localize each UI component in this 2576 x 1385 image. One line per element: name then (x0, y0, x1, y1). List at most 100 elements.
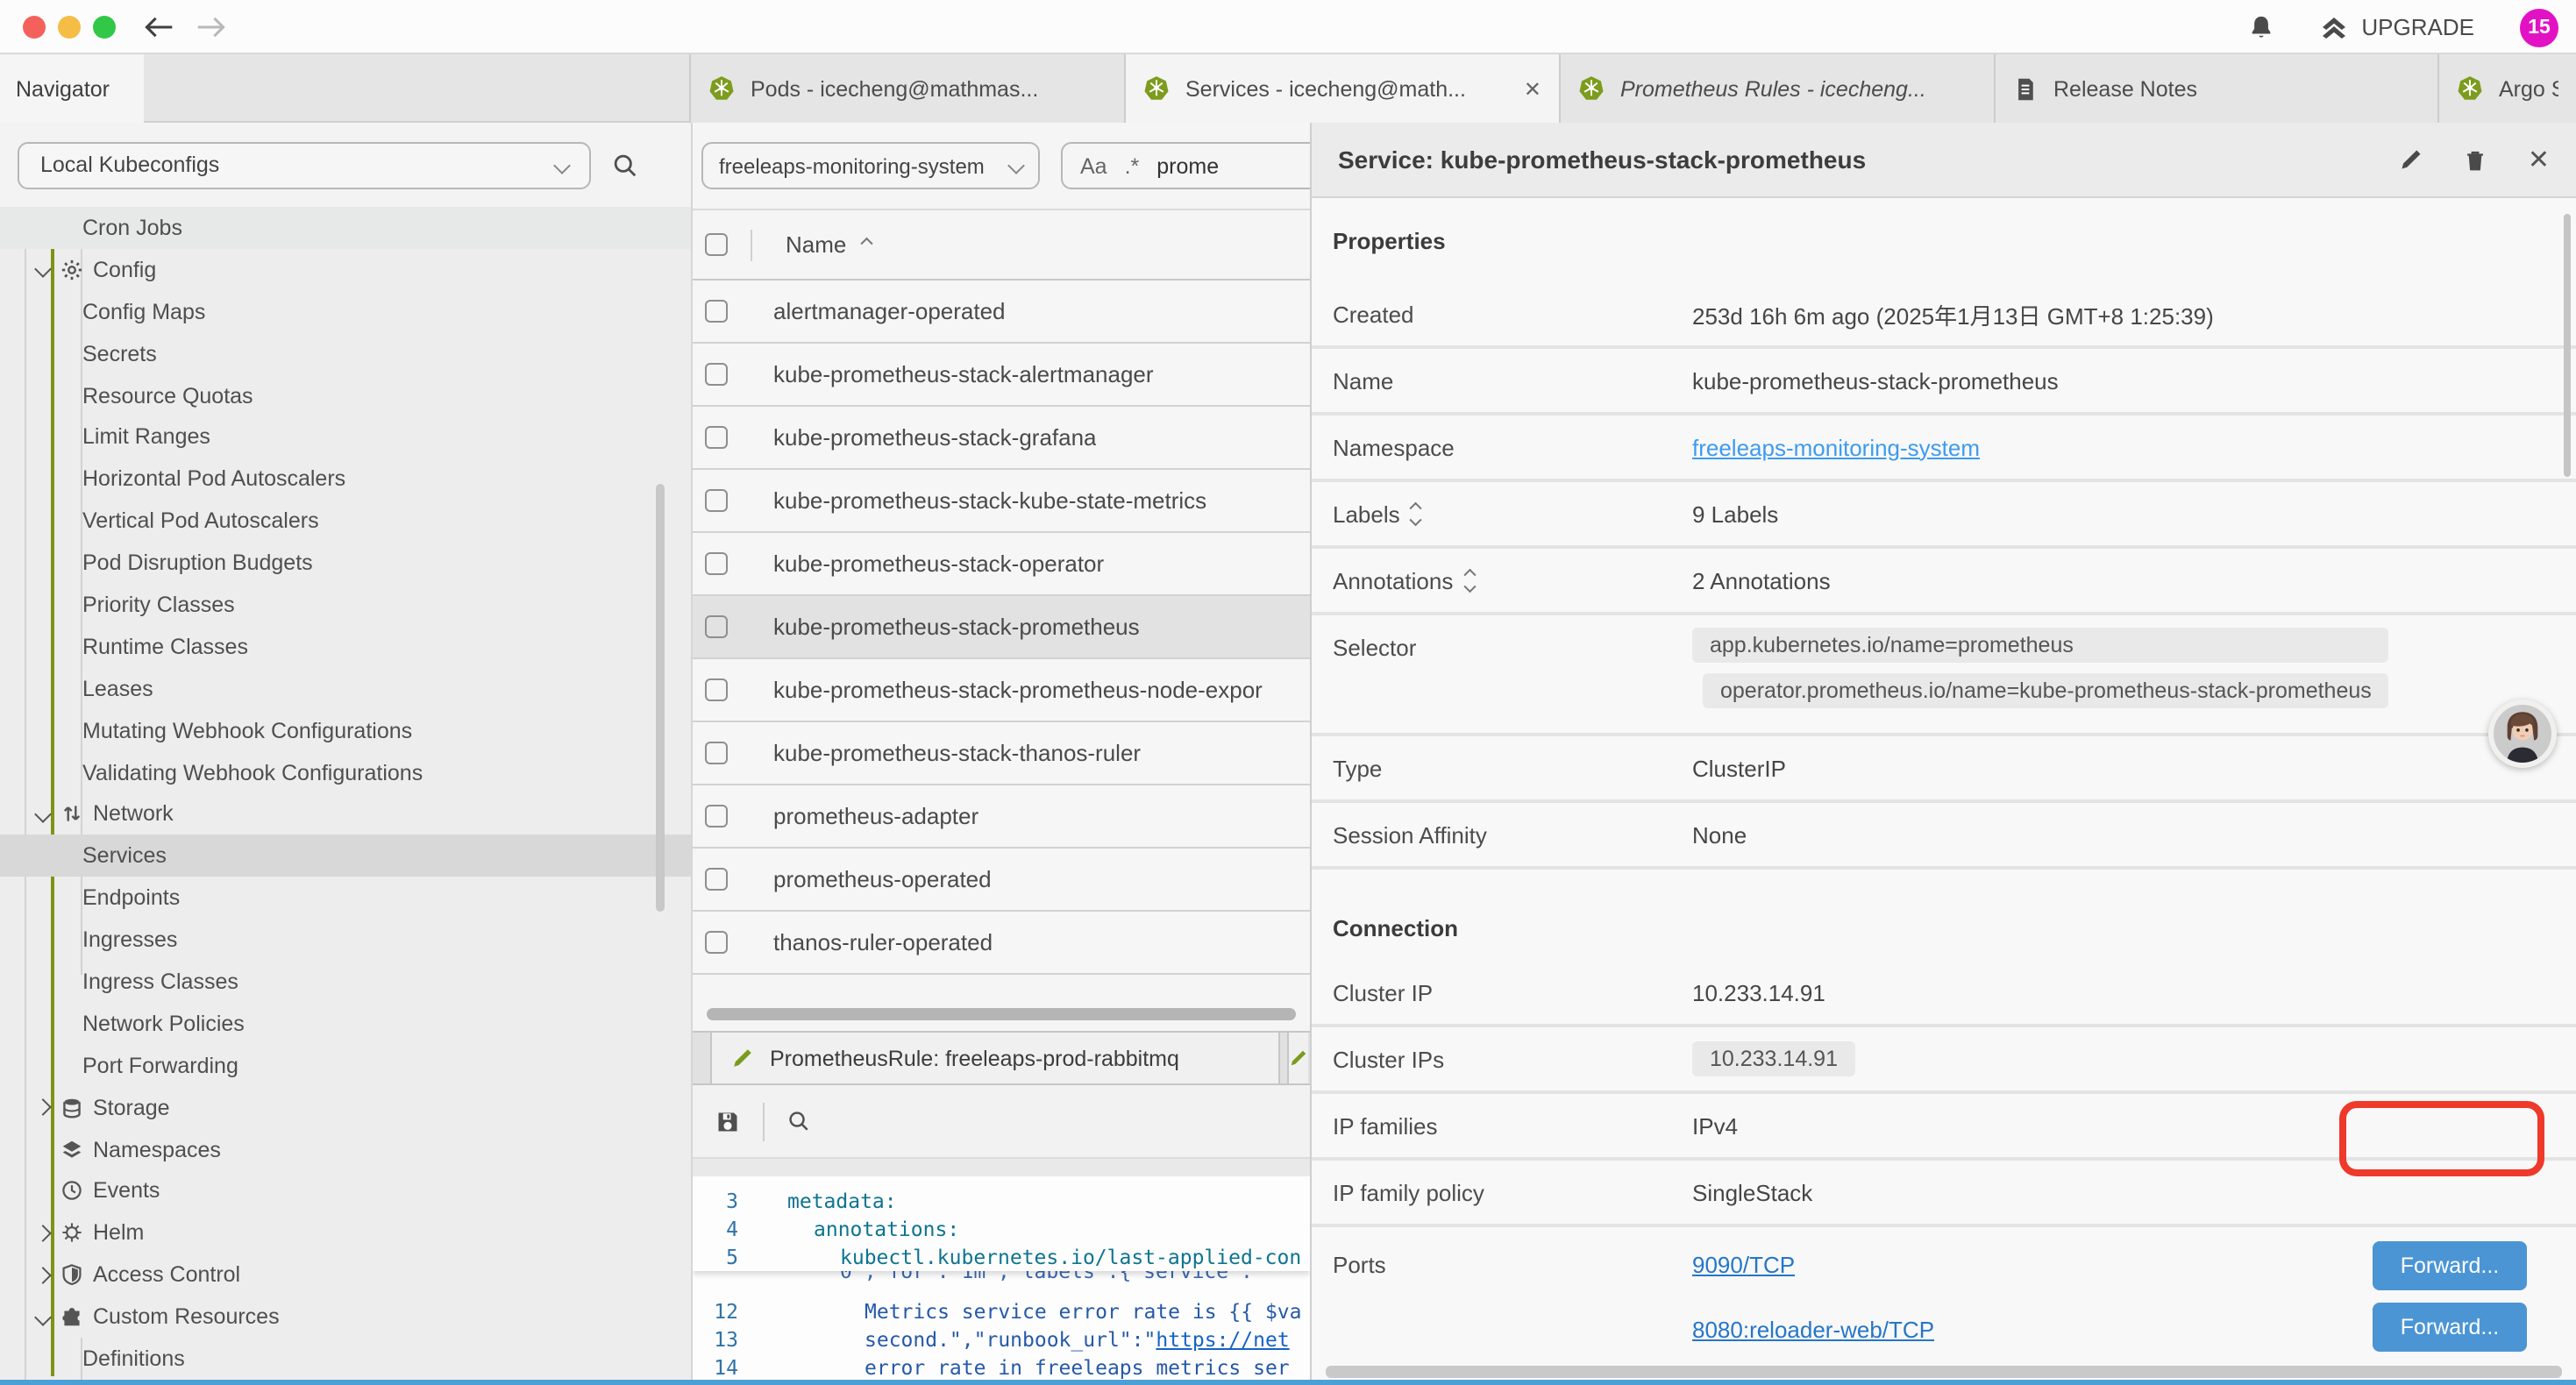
table-row[interactable]: prometheus-operated (693, 849, 1310, 912)
tab-navigator[interactable]: Navigator (0, 54, 144, 123)
port-link-8080[interactable]: 8080:reloader-web/TCP (1692, 1317, 1934, 1343)
row-checkbox[interactable] (705, 678, 728, 701)
upgrade-button[interactable]: UPGRADE (2319, 13, 2474, 41)
row-checkbox[interactable] (705, 805, 728, 827)
avatar[interactable] (2488, 700, 2557, 768)
sidebar-item-validating-webhook-configurations[interactable]: Validating Webhook Configurations (0, 751, 691, 793)
annotations-value[interactable]: 2 Annotations (1692, 567, 1831, 593)
row-checkbox[interactable] (705, 426, 728, 449)
sidebar-item-leases[interactable]: Leases (0, 668, 691, 710)
namespace-filter-select[interactable]: freeleaps-monitoring-system (701, 142, 1040, 189)
traffic-light-maximize[interactable] (93, 16, 116, 39)
list-search-input[interactable]: Aa .* prome (1061, 142, 1310, 189)
table-row[interactable]: kube-prometheus-stack-operator (693, 533, 1310, 596)
sidebar-item-limit-ranges[interactable]: Limit Ranges (0, 416, 691, 458)
labels-value[interactable]: 9 Labels (1692, 501, 1778, 527)
sort-toggle-icon[interactable] (1465, 571, 1473, 590)
sort-ascending-icon[interactable] (861, 239, 872, 251)
sidebar-item-priority-classes[interactable]: Priority Classes (0, 584, 691, 626)
notification-badge[interactable]: 15 (2520, 8, 2558, 46)
sidebar-item-port-forwarding[interactable]: Port Forwarding (0, 1045, 691, 1087)
table-row[interactable]: prometheus-adapter (693, 785, 1310, 849)
regex-icon[interactable]: .* (1125, 153, 1140, 178)
details-horizontal-scrollbar[interactable] (1326, 1366, 2562, 1378)
cluster-ips-chip[interactable]: 10.233.14.91 (1692, 1041, 1855, 1076)
selector-chip[interactable]: app.kubernetes.io/name=prometheus (1692, 628, 2389, 663)
trash-icon[interactable] (2465, 146, 2487, 173)
sidebar-item-endpoints[interactable]: Endpoints (0, 877, 691, 920)
sidebar-item-definitions[interactable]: Definitions (0, 1338, 691, 1380)
table-row[interactable]: alertmanager-operated (693, 281, 1310, 344)
sidebar-item-helm[interactable]: Helm (0, 1212, 691, 1254)
select-all-checkbox[interactable] (705, 233, 728, 256)
forward-arrow-icon[interactable] (196, 14, 226, 40)
table-row[interactable]: thanos-ruler-operated (693, 912, 1310, 975)
sidebar-item-secrets[interactable]: Secrets (0, 332, 691, 374)
sidebar-item-network[interactable]: Network (0, 793, 691, 835)
sidebar-scrollbar[interactable] (656, 484, 665, 912)
table-row[interactable]: kube-prometheus-stack-thanos-ruler (693, 722, 1310, 785)
editor-tab-prometheusrule[interactable]: PrometheusRule: freeleaps-prod-rabbitmq (710, 1033, 1280, 1083)
row-checkbox[interactable] (705, 931, 728, 954)
sidebar-item-vertical-pod-autoscalers[interactable]: Vertical Pod Autoscalers (0, 500, 691, 542)
tab-services[interactable]: Services - icecheng@math... ✕ (1124, 54, 1559, 123)
sidebar-item-ingress-classes[interactable]: Ingress Classes (0, 961, 691, 1003)
row-checkbox[interactable] (705, 742, 728, 764)
sidebar-item-horizontal-pod-autoscalers[interactable]: Horizontal Pod Autoscalers (0, 458, 691, 501)
bell-icon[interactable] (2247, 14, 2274, 40)
sidebar-item-custom-resources[interactable]: Custom Resources (0, 1296, 691, 1338)
sidebar-item-resource-quotas[interactable]: Resource Quotas (0, 374, 691, 416)
code-link[interactable]: https://net (1156, 1327, 1289, 1352)
pencil-icon[interactable] (2400, 147, 2424, 172)
sidebar-item-storage[interactable]: Storage (0, 1086, 691, 1128)
editor-tab-partial[interactable] (1287, 1033, 1308, 1083)
row-checkbox[interactable] (705, 615, 728, 638)
tab-argo[interactable]: Argo Se (2437, 54, 2576, 123)
port-link-9090[interactable]: 9090/TCP (1692, 1252, 1934, 1278)
sidebar-item-services[interactable]: Services (0, 835, 691, 877)
close-icon[interactable]: ✕ (2528, 144, 2550, 175)
table-row-selected[interactable]: kube-prometheus-stack-prometheus (693, 596, 1310, 659)
sidebar-item-events[interactable]: Events (0, 1170, 691, 1212)
close-icon[interactable]: ✕ (1524, 76, 1541, 101)
sidebar-item-config[interactable]: Config (0, 249, 691, 291)
sidebar-item-pod-disruption-budgets[interactable]: Pod Disruption Budgets (0, 542, 691, 584)
sidebar-item-config-maps[interactable]: Config Maps (0, 291, 691, 333)
tab-prometheus-rules[interactable]: Prometheus Rules - icecheng... (1559, 54, 1994, 123)
row-checkbox[interactable] (705, 868, 728, 891)
tab-release-notes[interactable]: Release Notes (1994, 54, 2437, 123)
yaml-editor[interactable]: 3metadata: 4annotations: 5kubectl.kubern… (693, 1176, 1310, 1380)
sidebar-item-runtime-classes[interactable]: Runtime Classes (0, 626, 691, 668)
row-checkbox[interactable] (705, 489, 728, 512)
save-icon[interactable] (715, 1109, 740, 1133)
forward-button-8080[interactable]: Forward... (2373, 1303, 2527, 1352)
row-checkbox[interactable] (705, 552, 728, 575)
sidebar-item-access-control[interactable]: Access Control (0, 1254, 691, 1296)
row-checkbox[interactable] (705, 300, 728, 323)
row-checkbox[interactable] (705, 363, 728, 386)
search-icon[interactable] (612, 152, 638, 178)
selector-chip[interactable]: operator.prometheus.io/name=kube-prometh… (1703, 673, 2389, 708)
table-row[interactable]: kube-prometheus-stack-kube-state-metrics (693, 470, 1310, 533)
sidebar-item-cron-jobs[interactable]: Cron Jobs (0, 207, 691, 249)
table-row[interactable]: kube-prometheus-stack-prometheus-node-ex… (693, 659, 1310, 722)
sidebar-item-network-policies[interactable]: Network Policies (0, 1003, 691, 1045)
sidebar-item-namespaces[interactable]: Namespaces (0, 1128, 691, 1170)
tab-pods[interactable]: Pods - icecheng@mathmas... (689, 54, 1124, 123)
table-row[interactable]: kube-prometheus-stack-alertmanager (693, 344, 1310, 407)
traffic-light-close[interactable] (23, 16, 46, 39)
details-scrollbar[interactable] (2564, 214, 2571, 477)
back-arrow-icon[interactable] (144, 14, 174, 40)
match-case-icon[interactable]: Aa (1080, 153, 1107, 178)
horizontal-scrollbar[interactable] (707, 1008, 1296, 1020)
namespace-link[interactable]: freeleaps-monitoring-system (1692, 434, 1980, 460)
search-icon[interactable] (787, 1110, 810, 1133)
table-row[interactable]: kube-prometheus-stack-grafana (693, 407, 1310, 470)
forward-button-9090[interactable]: Forward... (2373, 1241, 2527, 1290)
sort-toggle-icon[interactable] (1413, 504, 1420, 523)
sidebar-item-ingresses[interactable]: Ingresses (0, 919, 691, 961)
sidebar-item-mutating-webhook-configurations[interactable]: Mutating Webhook Configurations (0, 709, 691, 751)
traffic-light-minimize[interactable] (58, 16, 81, 39)
kubeconfig-selector[interactable]: Local Kubeconfigs (18, 141, 591, 188)
name-column-header[interactable]: Name (786, 231, 846, 258)
